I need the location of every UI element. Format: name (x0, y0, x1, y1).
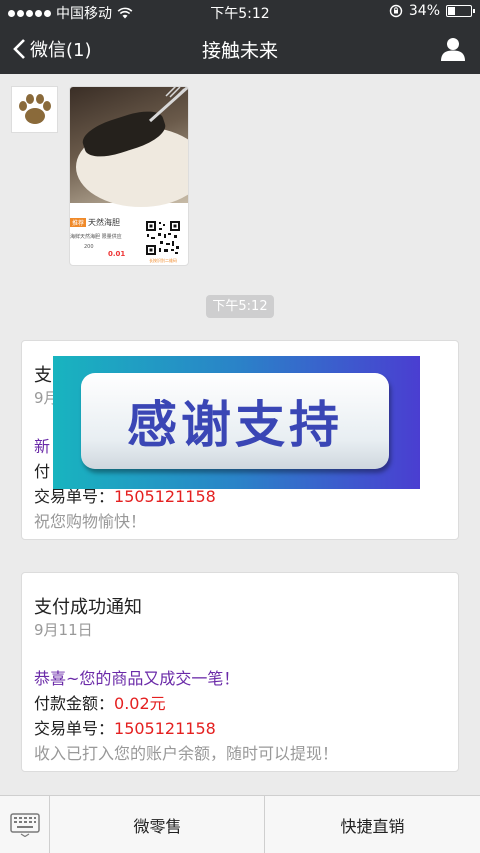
back-button[interactable]: 微信(1) (12, 36, 92, 62)
card-footer: 收入已打入您的账户余额，随时可以提现！ (34, 744, 339, 763)
person-icon[interactable] (440, 36, 466, 62)
keyboard-icon (9, 813, 40, 837)
poster-brand-name: 天然海胆 (88, 217, 121, 227)
back-label: 微信(1) (30, 40, 92, 61)
card-title: 支 (34, 365, 52, 386)
amount-label: 付款金额： (34, 694, 115, 713)
fork-icon (148, 87, 188, 123)
status-right: 34% (389, 3, 475, 19)
card-footer: 祝您购物愉快！ (34, 512, 147, 531)
menu-micro-retail[interactable]: 微零售 (51, 796, 265, 853)
card-line1: 新 (34, 437, 51, 456)
order-number: 1505121158 (114, 719, 216, 738)
qr-code-icon (144, 219, 182, 257)
card-title: 支付成功通知 (34, 597, 142, 618)
nav-bar: 微信(1) 接触未来 (0, 24, 480, 74)
card-congrats: 恭喜~您的商品又成交一笔！ (34, 669, 240, 688)
keyboard-toggle-button[interactable] (0, 796, 50, 853)
thanks-button: 感谢支持 (81, 373, 389, 469)
poster-brand: 推荐 天然海胆 (70, 216, 140, 228)
card-date: 9月11日 (34, 621, 93, 639)
status-bar: 中国移动 下午5:12 34% (0, 0, 480, 24)
orientation-lock-icon (389, 4, 403, 18)
battery-percent: 34% (408, 3, 440, 19)
order-number: 1505121158 (114, 487, 216, 506)
poster-price: 0.01 (108, 250, 126, 258)
chevron-left-icon (13, 39, 25, 59)
product-photo (70, 87, 188, 207)
poster-tag: 推荐 (70, 217, 87, 227)
page-title: 接触未来 (201, 40, 278, 62)
order-label: 交易单号： (34, 487, 115, 506)
card-line2: 付 (34, 462, 51, 481)
battery-icon (446, 5, 475, 17)
battery-fill (448, 7, 456, 15)
bottom-menu-bar: 微零售 快捷直销 (0, 795, 480, 853)
card-order-row: 交易单号：1505121158 (34, 715, 216, 739)
menu-quick-direct-sales[interactable]: 快捷直销 (265, 796, 480, 853)
avatar[interactable] (11, 86, 58, 133)
card-amount-row: 付款金额：0.02元 (34, 690, 166, 714)
message-timestamp: 下午5:12 (206, 295, 274, 318)
product-poster-image[interactable]: 推荐 天然海胆 海鲜天然海胆 限量供应 200 0.01 长按识别二维码 (69, 86, 189, 266)
amount-value: 0.02元 (114, 694, 166, 713)
poster-qty: 200 (84, 244, 94, 250)
paw-icon (18, 93, 51, 124)
qr-caption: 长按识别二维码 (149, 258, 177, 263)
poster-subtitle: 海鲜天然海胆 限量供应 (70, 234, 122, 240)
order-label: 交易单号： (34, 719, 115, 738)
thanks-text: 感谢支持 (127, 396, 343, 454)
payment-success-card[interactable]: 支付成功通知 9月11日 恭喜~您的商品又成交一笔！ 付款金额：0.02元 交易… (21, 572, 459, 772)
thanks-banner: 感谢支持 (53, 356, 420, 489)
